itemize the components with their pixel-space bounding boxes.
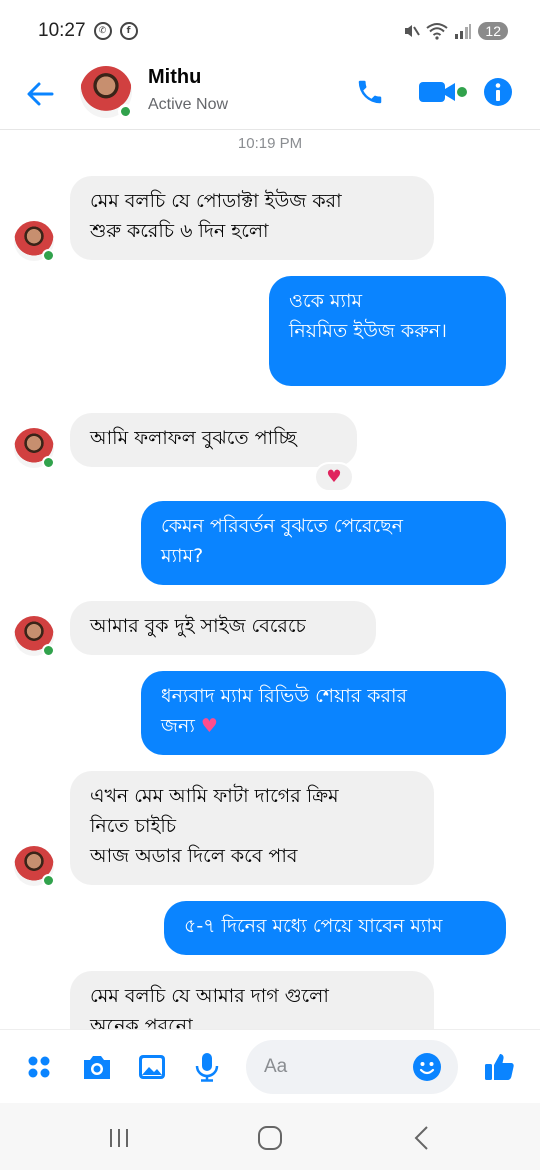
heart-emoji-icon: ♥ <box>200 715 218 737</box>
like-button[interactable] <box>482 1050 516 1084</box>
microphone-icon <box>195 1053 219 1082</box>
more-actions-button[interactable] <box>22 1050 56 1084</box>
whatsapp-icon: ✆ <box>93 22 112 40</box>
outgoing-message[interactable]: ধন্যবাদ ম্যাম রিভিউ শেয়ার করার জন্য ♥ <box>141 671 506 755</box>
menu-dots-icon <box>28 1056 50 1078</box>
contact-avatar[interactable] <box>80 66 133 119</box>
signal-icon <box>455 24 472 39</box>
back-button[interactable] <box>22 76 58 112</box>
thumbs-up-icon <box>485 1054 514 1080</box>
back-icon <box>414 1126 428 1150</box>
incoming-message[interactable]: এখন মেম আমি ফাটা দাগের ক্রিম নিতে চাইচি … <box>70 771 434 885</box>
facebook-icon: f <box>119 22 138 40</box>
heart-icon: ♥ <box>326 467 342 487</box>
contact-name[interactable]: Mithu <box>148 66 201 89</box>
message-timestamp: 10:19 PM <box>237 135 303 152</box>
contact-status: Active Now <box>148 96 229 113</box>
status-time: 10:27 <box>38 20 86 41</box>
chat-header: Mithu Active Now <box>0 62 540 130</box>
sender-avatar <box>14 846 55 887</box>
camera-icon <box>84 1056 110 1079</box>
status-bar: 10:27 ✆ f 12 <box>0 0 540 62</box>
gallery-icon <box>139 1055 165 1079</box>
voice-message-button[interactable] <box>190 1050 224 1084</box>
phone-icon <box>358 80 382 104</box>
incoming-message[interactable]: আমি ফলাফল বুঝতে পাচ্ছি <box>70 413 357 467</box>
system-navigation-bar <box>0 1103 540 1170</box>
message-composer <box>0 1029 540 1103</box>
voice-call-button[interactable] <box>352 74 388 110</box>
video-call-icon <box>419 82 467 102</box>
incoming-message[interactable]: মেম বলচি যে পোডাক্টা ইউজ করা শুরু করেচি … <box>70 176 434 260</box>
home-button[interactable] <box>250 1121 290 1155</box>
online-indicator <box>42 456 55 469</box>
online-indicator <box>42 249 55 262</box>
incoming-message[interactable]: মেম বলচি যে আমার দাগ গুলো অনেক পুরনো <box>70 971 434 1029</box>
system-back-button[interactable] <box>402 1121 442 1155</box>
sender-avatar <box>14 221 55 262</box>
battery-level: 12 <box>478 22 508 40</box>
message-text: ধন্যবাদ ম্যাম রিভিউ শেয়ার করার জন্য <box>161 685 407 737</box>
home-icon <box>258 1126 282 1150</box>
online-indicator <box>118 104 133 119</box>
online-indicator <box>42 874 55 887</box>
mute-icon <box>405 25 421 37</box>
recent-apps-button[interactable] <box>99 1121 139 1155</box>
recent-apps-icon <box>110 1129 128 1147</box>
gallery-button[interactable] <box>135 1050 169 1084</box>
heart-reaction[interactable]: ♥ <box>314 462 354 492</box>
emoji-icon <box>413 1053 441 1081</box>
camera-button[interactable] <box>80 1050 114 1084</box>
sender-avatar <box>14 428 55 469</box>
incoming-message[interactable]: আমার বুক দুই সাইজ বেরেচে <box>70 601 376 655</box>
emoji-button[interactable] <box>410 1050 444 1084</box>
outgoing-message[interactable]: কেমন পরিবর্তন বুঝতে পেরেছেন ম্যাম? <box>141 501 506 585</box>
info-button[interactable] <box>480 74 516 110</box>
online-indicator <box>42 644 55 657</box>
info-icon <box>484 78 512 106</box>
sender-avatar <box>14 616 55 657</box>
outgoing-message[interactable]: ওকে ম্যাম নিয়মিত ইউজ করুন। <box>269 276 506 386</box>
outgoing-message[interactable]: ৫-৭ দিনের মধ্যে পেয়ে যাবেন ম্যাম <box>164 901 506 955</box>
back-arrow-icon <box>27 82 54 106</box>
wifi-icon <box>426 23 449 40</box>
message-list[interactable]: 10:19 PM মেম বলচি যে পোডাক্টা ইউজ করা শু… <box>0 131 540 1029</box>
video-call-button[interactable] <box>416 74 470 110</box>
